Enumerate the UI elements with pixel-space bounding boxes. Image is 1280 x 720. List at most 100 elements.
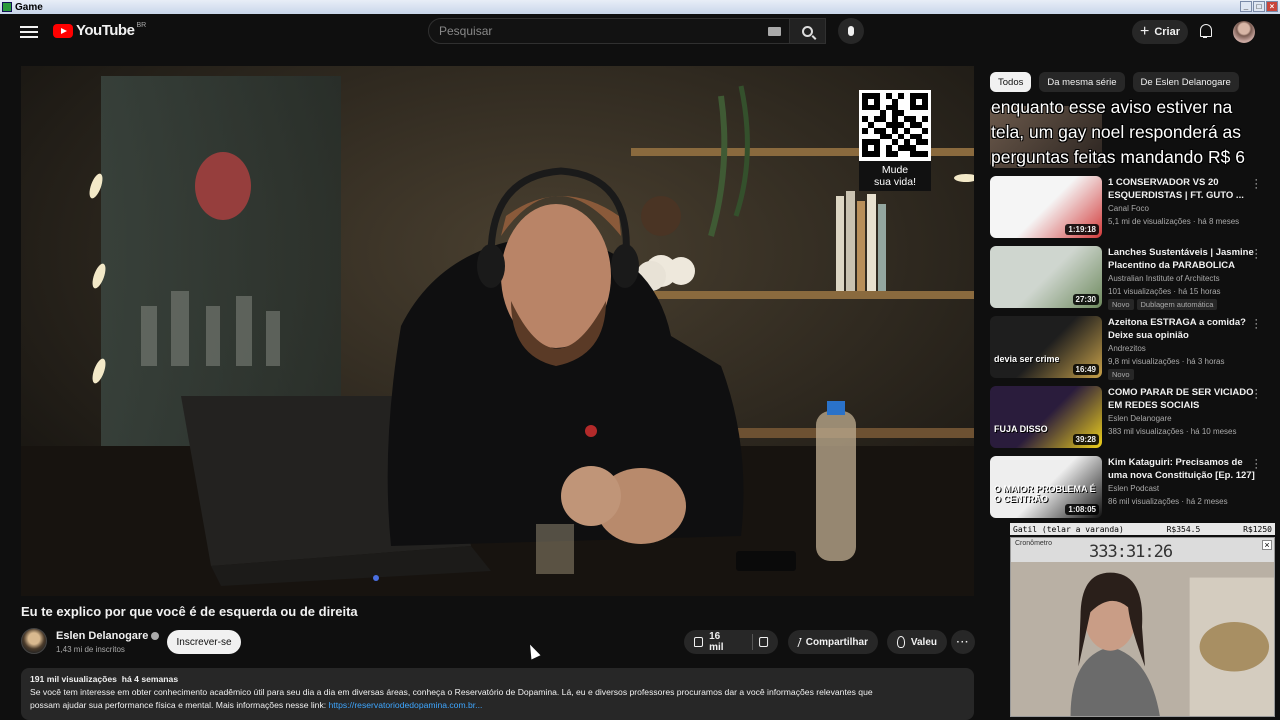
- video-duration: 1:08:05: [1065, 504, 1099, 515]
- chip-todos[interactable]: Todos: [990, 72, 1032, 92]
- keyboard-icon[interactable]: [768, 27, 781, 36]
- channel-name-wrap[interactable]: Eslen Delanogare: [56, 630, 160, 642]
- video-player[interactable]: Mude sua vida!: [21, 66, 974, 596]
- dislike-icon[interactable]: [758, 637, 769, 647]
- recommendation-title[interactable]: COMO PARAR DE SER VICIADO EM REDES SOCIA…: [1108, 386, 1256, 412]
- timer-value: 333:31:26: [1089, 542, 1173, 562]
- recommendations-items: 1:19:18 1 CONSERVADOR VS 20 ESQUERDISTAS …: [990, 175, 1270, 526]
- donation-goal-bar: Gatil (telar a varanda) R$354.5 R$1250: [1010, 523, 1275, 535]
- chip-same-series[interactable]: Da mesma série: [1039, 72, 1125, 92]
- masthead: YouTube BR + Criar: [6, 14, 1280, 50]
- minimize-button[interactable]: _: [1240, 1, 1252, 12]
- recommendations-list: [990, 106, 1270, 176]
- recommendation-thumbnail[interactable]: [990, 106, 1102, 168]
- search-box: [428, 18, 826, 44]
- recommendation-thumbnail[interactable]: devia ser crime 16:49: [990, 316, 1102, 378]
- recommendation-channel[interactable]: Australian Institute of Architects: [1108, 272, 1256, 285]
- account-avatar[interactable]: [1233, 21, 1255, 43]
- description-box[interactable]: 191 mil visualizações há 4 semanas Se vo…: [21, 668, 974, 720]
- description-text-2: possam ajudar sua performance física e m…: [30, 700, 327, 710]
- recommendation-info: 1 CONSERVADOR VS 20 ESQUERDISTAS | FT. G…: [1108, 176, 1256, 228]
- recommendation-item[interactable]: devia ser crime 16:49 Azeitona ESTRAGA a c…: [990, 315, 1270, 386]
- thanks-button[interactable]: Valeu: [887, 630, 947, 654]
- plus-icon: +: [1139, 23, 1150, 40]
- window-controls: _ □ ×: [1240, 1, 1278, 12]
- recommendation-item[interactable]: 1:19:18 1 CONSERVADOR VS 20 ESQUERDISTAS …: [990, 175, 1270, 246]
- recommendation-title[interactable]: 1 CONSERVADOR VS 20 ESQUERDISTAS | FT. G…: [1108, 176, 1256, 202]
- chip-channel[interactable]: De Eslen Delanogare: [1132, 72, 1239, 92]
- recommendation-channel[interactable]: Andrezitos: [1108, 342, 1256, 355]
- share-icon: [796, 637, 802, 647]
- recommendation-meta: 86 mil visualizações · há 2 meses: [1108, 497, 1228, 506]
- recommendation-item[interactable]: FUJA DISSO 39:28 COMO PARAR DE SER VICIADO…: [990, 385, 1270, 456]
- logo-text: YouTube: [76, 22, 135, 39]
- webcam-feed: [1011, 538, 1274, 716]
- subscribe-button[interactable]: Inscrever-se: [167, 630, 241, 654]
- recommendation-title[interactable]: Kim Kataguiri: Precisamos de uma nova Co…: [1108, 456, 1256, 482]
- qr-caption-line2: sua vida!: [873, 176, 917, 188]
- channel-avatar[interactable]: [21, 628, 47, 654]
- more-options-icon[interactable]: · · ·: [1254, 315, 1258, 334]
- more-icon: ···: [956, 636, 970, 648]
- recommendation-channel[interactable]: Canal Foco: [1108, 202, 1256, 215]
- timer-label: Cronômetro: [1015, 540, 1052, 547]
- recommendation-badges: Novo: [1108, 369, 1256, 380]
- recommendation-info: Lanches Sustentáveis | Jasmine Placentin…: [1108, 246, 1256, 310]
- region-label: BR: [136, 22, 147, 29]
- menu-icon[interactable]: [20, 23, 38, 39]
- video-duration: 16:49: [1072, 364, 1099, 375]
- more-options-icon[interactable]: · · ·: [1254, 245, 1258, 264]
- thumbnail-text: O MAIOR PROBLEMA É O CENTRÃO: [994, 484, 1096, 504]
- voice-search-button[interactable]: [838, 18, 864, 44]
- qr-code-card: Mude sua vida!: [859, 90, 931, 191]
- qr-caption: Mude sua vida!: [859, 161, 931, 191]
- description-link[interactable]: https://reservatoriodedopamina.com.br...: [329, 700, 483, 710]
- recommendation-partial[interactable]: [990, 106, 1270, 176]
- recommendation-item[interactable]: O MAIOR PROBLEMA É O CENTRÃO 1:08:05 Kim K…: [990, 455, 1270, 526]
- qr-caption-line1: Mude: [881, 164, 909, 176]
- recommendation-item[interactable]: 27:30 Lanches Sustentáveis | Jasmine Plac…: [990, 245, 1270, 316]
- youtube-play-icon: [53, 23, 73, 38]
- create-button[interactable]: + Criar: [1132, 20, 1188, 44]
- youtube-logo[interactable]: YouTube BR: [53, 22, 146, 39]
- recommendation-info: Kim Kataguiri: Precisamos de uma nova Co…: [1108, 456, 1256, 508]
- share-button[interactable]: Compartilhar: [788, 630, 878, 654]
- search-button[interactable]: [789, 19, 825, 43]
- recommendation-thumbnail[interactable]: O MAIOR PROBLEMA É O CENTRÃO 1:08:05: [990, 456, 1102, 518]
- more-options-icon[interactable]: · · ·: [1254, 175, 1258, 194]
- recommendation-title[interactable]: Azeitona ESTRAGA a comida? Deixe sua opi…: [1108, 316, 1256, 342]
- recommendation-title[interactable]: Lanches Sustentáveis | Jasmine Placentin…: [1108, 246, 1256, 272]
- badge: Novo: [1108, 299, 1134, 310]
- verified-icon: [151, 632, 160, 641]
- timer-panel: Cronômetro 333:31:26 ×: [1011, 538, 1274, 562]
- qr-code: [862, 93, 928, 157]
- recommendation-info: COMO PARAR DE SER VICIADO EM REDES SOCIA…: [1108, 386, 1256, 438]
- channel-name[interactable]: Eslen Delanogare: [56, 630, 148, 642]
- description-text-1: Se você tem interesse em obter conhecime…: [30, 687, 873, 697]
- upload-age: há 4 semanas: [121, 674, 179, 684]
- like-count[interactable]: 16 mil: [709, 631, 734, 653]
- close-button[interactable]: ×: [1266, 1, 1278, 12]
- goal-label: Gatil (telar a varanda): [1013, 524, 1124, 534]
- share-label: Compartilhar: [805, 636, 868, 648]
- recommendation-meta: 9,8 mi visualizações · há 3 horas: [1108, 357, 1225, 366]
- webcam-overlay: Cronômetro 333:31:26 ×: [1010, 537, 1275, 717]
- window-title: Game: [15, 1, 43, 13]
- more-options-icon[interactable]: · · ·: [1254, 455, 1258, 474]
- goal-current: R$354.5: [1166, 524, 1201, 534]
- more-options-icon[interactable]: · · ·: [1254, 385, 1258, 404]
- search-input[interactable]: [439, 24, 749, 38]
- recommendation-thumbnail[interactable]: 1:19:18: [990, 176, 1102, 238]
- more-actions-button[interactable]: ···: [951, 630, 975, 654]
- recommendation-channel[interactable]: Eslen Podcast: [1108, 482, 1256, 495]
- recommendation-meta: 5,1 mi de visualizações · há 8 meses: [1108, 217, 1240, 226]
- recommendation-channel[interactable]: Eslen Delanogare: [1108, 412, 1256, 425]
- recommendation-thumbnail[interactable]: 27:30: [990, 246, 1102, 308]
- close-icon[interactable]: ×: [1262, 540, 1272, 550]
- related-filter-chips: Todos Da mesma série De Eslen Delanogare: [990, 72, 1239, 92]
- like-icon[interactable]: [694, 637, 704, 647]
- create-label: Criar: [1154, 26, 1181, 38]
- notifications-bell-icon[interactable]: [1199, 24, 1212, 38]
- recommendation-thumbnail[interactable]: FUJA DISSO 39:28: [990, 386, 1102, 448]
- maximize-button[interactable]: □: [1253, 1, 1265, 12]
